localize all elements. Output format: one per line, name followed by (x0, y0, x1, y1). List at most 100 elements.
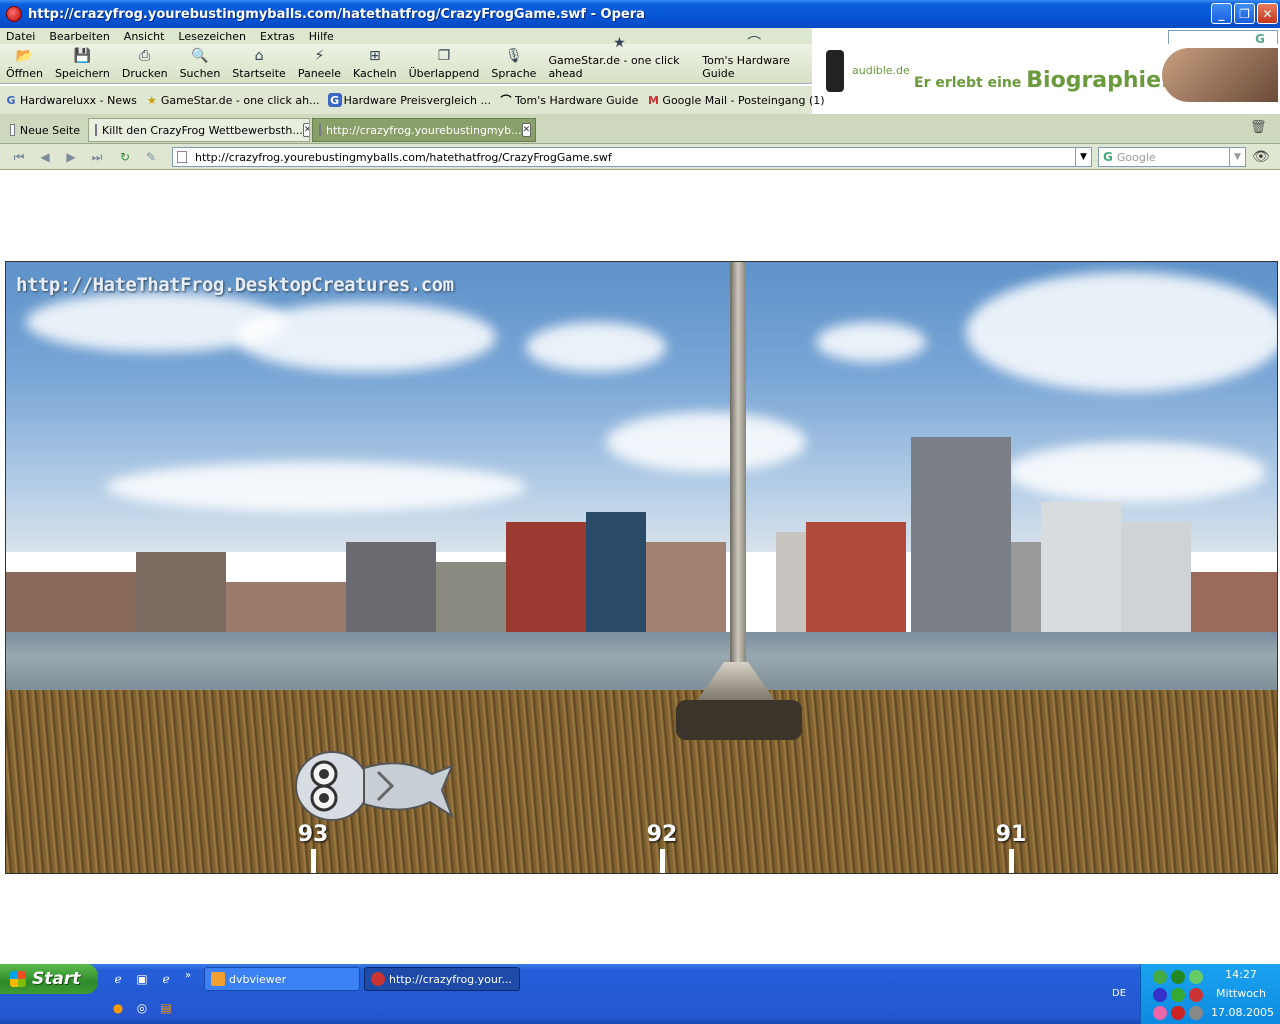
tray-app-icon[interactable] (1171, 1006, 1185, 1020)
dvbviewer-icon (211, 972, 225, 986)
tray-app-icon[interactable] (1171, 988, 1185, 1002)
close-tab-icon[interactable]: ✕ (521, 123, 532, 137)
trash-icon[interactable]: 🗑 (1250, 120, 1267, 136)
bookmark-hardwareluxx[interactable]: G Hardwareluxx - News (4, 93, 136, 107)
menu-hilfe[interactable]: Hilfe (309, 30, 334, 43)
new-page-button[interactable]: Neue Seite (4, 118, 86, 142)
print-label: Drucken (121, 67, 168, 80)
rewind-icon[interactable]: ⏮ (10, 149, 28, 165)
audio-player-image (826, 50, 844, 92)
address-input[interactable]: http://crazyfrog.yourebustingmyballs.com… (172, 147, 1092, 167)
tab-label: http://crazyfrog.yourebustingmyb... (326, 123, 522, 137)
menu-datei[interactable]: Datei (6, 30, 35, 43)
menu-lesezeichen[interactable]: Lesezeichen (178, 30, 246, 43)
bookmark-label: Hardware Preisvergleich ... (343, 93, 491, 107)
cascade-icon: ❐ (437, 48, 451, 64)
tray-app-icon[interactable] (1153, 988, 1167, 1002)
cascade-button[interactable]: ❐ Überlappend (403, 44, 486, 84)
task-label: dvbviewer (229, 972, 287, 986)
ad-portrait-image (1162, 48, 1278, 102)
back-icon[interactable]: ◀ (36, 149, 54, 165)
tab-crazyfrog-contest[interactable]: Killt den CrazyFrog Wettbewerbsth...✕ (88, 118, 310, 142)
menu-bearbeiten[interactable]: Bearbeiten (49, 30, 109, 43)
page-icon (95, 124, 97, 136)
menu-extras[interactable]: Extras (260, 30, 295, 43)
close-button[interactable]: ✕ (1257, 3, 1278, 24)
eye-icon[interactable]: 👁 (1252, 149, 1274, 165)
google-search-input[interactable]: G Google ▼ (1098, 147, 1246, 167)
save-icon: 💾 (73, 48, 92, 64)
task-opera[interactable]: http://crazyfrog.your... (364, 967, 520, 991)
toms-hardware-button[interactable]: ⌒ Tom's Hardware Guide (696, 36, 812, 84)
main-toolbar: 📂 Öffnen 💾 Speichern ⎙ Drucken 🔍 Suchen ⌂ Sta… (0, 35, 812, 84)
tab-crazyfrog-game[interactable]: http://crazyfrog.yourebustingmyb... ✕ (312, 118, 536, 142)
address-toolbar: ⏮ ◀ ▶ ⏭ ↻ ✎ http://crazyfrog.yourebustin… (0, 144, 1280, 170)
windows-logo-icon (10, 971, 26, 987)
chevron-down-icon[interactable]: ▼ (1229, 148, 1245, 166)
tray-app-icon[interactable] (1189, 1006, 1203, 1020)
microphone-icon: 🎙 (505, 48, 523, 64)
bookmark-gmail[interactable]: M Google Mail - Posteingang (1) (646, 93, 825, 107)
gamestar-button[interactable]: ★ GameStar.de - one click ahead (542, 35, 696, 84)
home-button[interactable]: ⌂ Startseite (226, 44, 292, 84)
ad-slogan: Er erlebt eine Biographie. (914, 68, 1169, 93)
restore-button[interactable]: ❐ (1234, 3, 1255, 24)
taskbar: Start ℯ ▣ ℯ » ● ◎ ▤ dvbviewer http://cra… (0, 964, 1280, 1024)
bookmark-label: GameStar.de - one click ah... (160, 93, 320, 107)
search-label: Suchen (179, 67, 221, 80)
chevron-down-icon[interactable]: ▼ (1075, 148, 1091, 166)
task-label: http://crazyfrog.your... (389, 972, 512, 986)
media-icon[interactable]: ▣ (134, 971, 150, 987)
firefox-icon[interactable]: ● (110, 1000, 126, 1016)
language-indicator[interactable]: DE (1112, 988, 1126, 999)
wand-icon[interactable]: ✎ (142, 149, 160, 165)
panels-icon: ⚡ (314, 48, 325, 64)
rss-icon[interactable]: ▤ (158, 1000, 174, 1016)
ad-banner[interactable]: audible.de Er erlebt eine Biographie. (812, 44, 1278, 102)
ad-slogan-prefix: Er erlebt eine (914, 75, 1022, 91)
close-tab-icon[interactable]: ✕ (302, 123, 309, 137)
fast-forward-icon[interactable]: ⏭ (88, 149, 106, 165)
forward-icon[interactable]: ▶ (62, 149, 80, 165)
tray-app-icon[interactable] (1153, 1006, 1167, 1020)
save-button[interactable]: 💾 Speichern (49, 44, 116, 84)
menu-ansicht[interactable]: Ansicht (124, 30, 165, 43)
task-dvbviewer[interactable]: dvbviewer (204, 967, 360, 991)
minimize-button[interactable]: _ (1211, 3, 1232, 24)
start-button[interactable]: Start (0, 964, 98, 994)
open-label: Öffnen (6, 67, 43, 80)
tray-app-icon[interactable] (1171, 970, 1185, 984)
tray-app-icon[interactable] (1189, 988, 1203, 1002)
clock-time[interactable]: 14:27 (1211, 968, 1271, 981)
cascade-label: Überlappend (408, 67, 480, 80)
bookmark-preisvergleich[interactable]: G Hardware Preisvergleich ... (327, 93, 491, 107)
tile-icon: ⊞ (368, 48, 381, 64)
bookmark-toms-hardware[interactable]: ⌒ Tom's Hardware Guide (499, 93, 638, 108)
reload-icon[interactable]: ↻ (116, 149, 134, 165)
disc-icon[interactable]: ◎ (134, 1000, 150, 1016)
start-label: Start (32, 969, 81, 989)
panels-button[interactable]: ⚡ Paneele (292, 44, 347, 84)
page-icon (177, 151, 187, 163)
tray-app-icon[interactable] (1189, 970, 1203, 984)
google-icon: G (1103, 150, 1113, 164)
flash-game[interactable]: http://HateThatFrog.DesktopCreatures.com… (5, 261, 1278, 874)
folder-open-icon: 📂 (15, 48, 34, 64)
print-button[interactable]: ⎙ Drucken (116, 44, 174, 84)
chevron-right-icon[interactable]: » (180, 967, 196, 983)
open-button[interactable]: 📂 Öffnen (0, 44, 49, 84)
window-titlebar[interactable]: http://crazyfrog.yourebustingmyballs.com… (0, 0, 1280, 28)
browser-icon[interactable]: ℯ (158, 971, 174, 987)
pole-image (730, 262, 746, 692)
pole-foot-image (676, 700, 802, 740)
clock-date: 17.08.2005 (1211, 1006, 1274, 1019)
marker-label: 91 (995, 822, 1027, 847)
bookmark-gamestar[interactable]: ★ GameStar.de - one click ah... (145, 93, 320, 107)
tile-button[interactable]: ⊞ Kacheln (347, 44, 403, 84)
voice-button[interactable]: 🎙 Sprache (485, 44, 542, 84)
ie-icon[interactable]: ℯ (110, 971, 126, 987)
tray-app-icon[interactable] (1153, 970, 1167, 984)
panels-label: Paneele (297, 67, 342, 80)
crazy-frog-sprite[interactable] (292, 746, 456, 826)
search-button[interactable]: 🔍 Suchen (174, 44, 227, 84)
